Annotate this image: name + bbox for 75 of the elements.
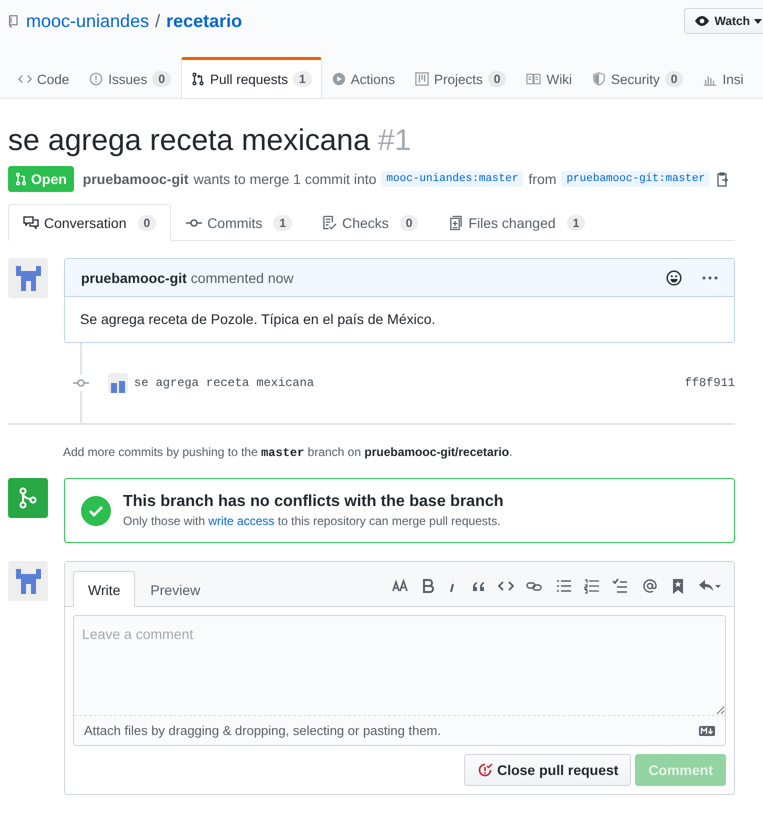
book-icon <box>526 71 542 87</box>
bulleted-list-icon[interactable] <box>556 578 572 594</box>
count-badge: 0 <box>488 71 506 87</box>
board-icon <box>415 71 430 87</box>
repo-tab[interactable]: Code <box>8 57 80 98</box>
checklist-icon <box>322 214 338 230</box>
markdown-icon <box>699 726 715 736</box>
pr-tab[interactable]: Checks 0 <box>307 204 434 241</box>
issue-icon <box>89 71 104 87</box>
repo-tab[interactable]: Insi <box>693 57 754 98</box>
editor-tab[interactable]: Write <box>73 571 136 607</box>
mention-icon[interactable] <box>642 578 658 594</box>
comment-body: Se agrega receta de Pozole. Típica en el país de México. <box>79 310 436 329</box>
avatar[interactable] <box>8 561 48 601</box>
task-list-icon[interactable] <box>612 578 628 594</box>
repo-tab[interactable]: Projects 0 <box>405 57 516 98</box>
pull-request-icon <box>191 71 205 87</box>
comment-author[interactable]: pruebamooc-git <box>81 270 187 286</box>
bookmark-icon[interactable] <box>670 578 686 594</box>
count-badge: 1 <box>293 71 312 87</box>
eye-icon <box>694 15 710 27</box>
avatar[interactable] <box>8 258 48 298</box>
repo-icon <box>8 13 20 29</box>
pr-number: #1 <box>378 123 412 159</box>
repo-tab[interactable]: Issues 0 <box>79 57 181 98</box>
state-badge: Open <box>8 166 74 192</box>
smiley-icon[interactable] <box>666 270 682 286</box>
pr-tab[interactable]: Commits 1 <box>171 204 308 241</box>
repo-tab[interactable]: Wiki <box>516 57 582 98</box>
write-access-link[interactable]: write access <box>208 514 274 528</box>
count-badge: 0 <box>400 214 418 230</box>
merge-icon <box>8 478 48 518</box>
merge-summary: wants to merge 1 commit into <box>194 171 376 187</box>
count-badge: 1 <box>566 214 586 230</box>
comment-field[interactable]: Leave a comment Attach files by dragging & dropping, selecting or pasting them. <box>73 615 726 746</box>
commit-avatar[interactable] <box>108 373 128 393</box>
comment-discussion-icon <box>23 214 39 230</box>
attach-hint: Attach files by dragging & dropping, selecting or pasting them. <box>84 723 441 738</box>
count-badge: 0 <box>152 71 171 87</box>
head-branch[interactable]: pruebamooc-git:master <box>561 171 710 187</box>
text-size-icon[interactable] <box>392 578 408 594</box>
author-link[interactable]: pruebamooc-git <box>82 171 189 187</box>
close-pull-request-button[interactable]: Close pull request <box>464 754 632 786</box>
from-label: from <box>528 171 556 187</box>
repo-tab[interactable]: Security 0 <box>582 57 694 98</box>
shield-icon <box>592 71 606 87</box>
path-separator: / <box>155 10 160 32</box>
base-branch[interactable]: mooc-uniandes:master <box>381 171 524 187</box>
pr-tab[interactable]: Conversation 0 <box>8 204 172 241</box>
pr-title: se agrega receta mexicana <box>8 123 370 159</box>
repo-tab[interactable]: Actions <box>322 57 406 98</box>
play-icon <box>332 71 346 87</box>
pull-request-icon <box>15 172 27 186</box>
repo-owner-link[interactable]: mooc-uniandes <box>26 10 150 32</box>
file-diff-icon <box>448 214 464 230</box>
count-badge: 0 <box>138 214 156 230</box>
caret-icon <box>754 18 762 24</box>
repo-name-link[interactable]: recetario <box>166 10 242 32</box>
editor-tab[interactable]: Preview <box>135 571 216 607</box>
numbered-list-icon[interactable] <box>584 578 600 594</box>
merge-status-title: This branch has no conflicts with the base branch <box>123 493 504 511</box>
issue-closed-icon <box>477 762 494 778</box>
watch-button[interactable]: Watch <box>684 8 763 34</box>
copy-icon[interactable] <box>715 171 730 187</box>
pr-tab[interactable]: Files changed 1 <box>433 204 600 241</box>
comment-time: commented now <box>190 270 294 286</box>
push-hint: Add more commits by pushing to the master branch on pruebamooc-git/recetario. <box>63 445 514 460</box>
repo-tab[interactable]: Pull requests 1 <box>181 57 322 98</box>
count-badge: 0 <box>664 71 684 87</box>
check-circle-icon <box>81 496 111 526</box>
count-badge: 1 <box>273 214 292 230</box>
merge-status-text: Only those with write access to this repository can merge pull requests. <box>123 514 502 528</box>
commit-message[interactable]: se agrega receta mexicana <box>134 376 314 390</box>
bold-icon[interactable] <box>420 578 434 594</box>
commit-sha[interactable]: ff8f911 <box>684 376 735 390</box>
